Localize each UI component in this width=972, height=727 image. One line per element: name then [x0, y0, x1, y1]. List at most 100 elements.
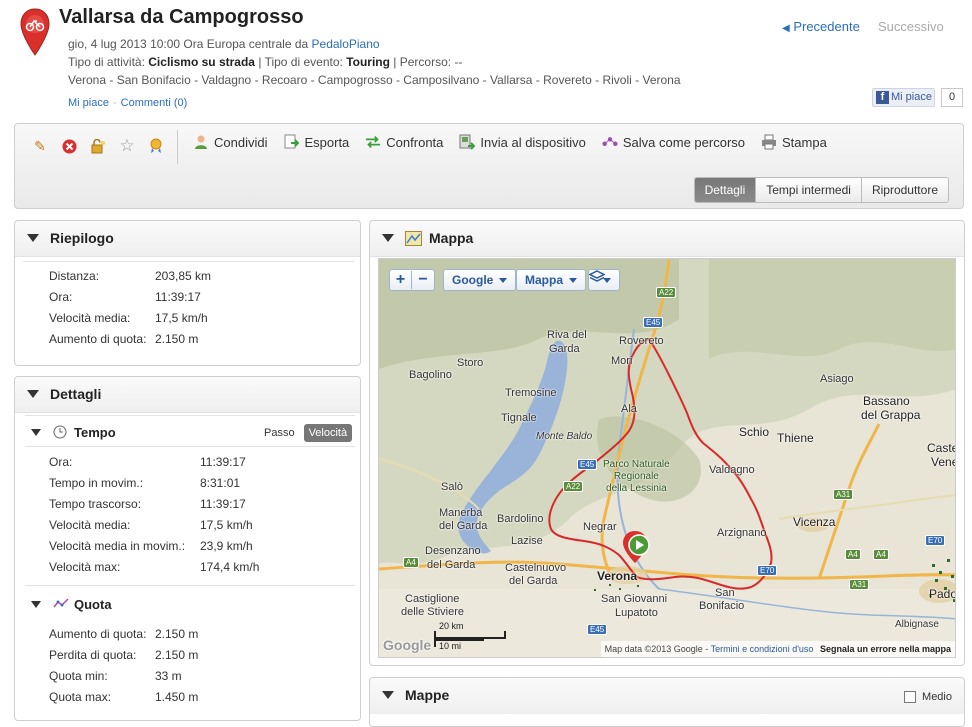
badge-icon[interactable]	[147, 137, 165, 155]
send-label: Invia al dispositivo	[480, 134, 586, 150]
map-label: Garda	[549, 343, 580, 355]
event-label: | Tipo di evento:	[258, 55, 343, 69]
road-shield: A4	[403, 557, 419, 568]
send-to-device-button[interactable]: Invia al dispositivo	[459, 134, 586, 150]
page-title: Vallarsa da Campogrosso	[59, 6, 304, 28]
zoom-out-button[interactable]: −	[412, 271, 434, 289]
compare-arrows-icon	[365, 134, 381, 150]
share-button[interactable]: Condividi	[193, 134, 267, 150]
map-label: Negrar	[583, 521, 617, 533]
share-people-icon	[193, 134, 209, 150]
map-label: Albignase	[895, 619, 939, 630]
like-link[interactable]: Mi piace	[68, 97, 109, 109]
author-link[interactable]: PedaloPiano	[312, 37, 380, 51]
details-panel: Dettagli Tempo Passo Velocità Ora: 11:39:…	[14, 376, 361, 721]
map-type-select[interactable]: Mappa	[516, 269, 587, 291]
map-label: San Giovanni	[601, 593, 668, 605]
activity-toolbar: ✎ ☆ Condividi Esporta Confronta Invia al…	[14, 123, 964, 209]
previous-label: Precedente	[793, 19, 860, 34]
map-provider-select[interactable]: Google	[443, 269, 517, 291]
export-icon	[283, 134, 300, 150]
map-label: Thiene	[777, 431, 814, 445]
details-divider	[25, 415, 355, 416]
route-map[interactable]: Rovereto Riva del Garda Storo Mori Bagol…	[378, 258, 956, 658]
medium-checkbox[interactable]	[904, 691, 917, 703]
next-link[interactable]: Successivo	[878, 19, 944, 34]
map-title: Mappa	[429, 230, 474, 246]
map-label: del Garda	[439, 520, 488, 532]
star-icon[interactable]: ☆	[118, 136, 136, 155]
summary-header[interactable]: Riepilogo	[15, 221, 360, 257]
zoom-in-button[interactable]: +	[390, 271, 412, 289]
map-label: Arzignano	[717, 527, 767, 539]
row-value: 203,85 km	[155, 269, 212, 283]
export-button[interactable]: Esporta	[283, 134, 349, 150]
lock-icon[interactable]	[89, 137, 107, 155]
route-label: | Percorso: --	[393, 55, 463, 69]
maps-header[interactable]: Mappe Medio	[370, 678, 964, 714]
row-key: Quota max:	[49, 690, 112, 704]
terms-link[interactable]: Termini e condizioni d'uso	[711, 644, 814, 654]
tab-details[interactable]: Dettagli	[694, 178, 756, 202]
activity-header: Vallarsa da Campogrosso gio, 4 lug 2013 …	[0, 0, 972, 118]
scale-mi-label: 10 mi	[439, 641, 462, 651]
row-key: Tempo in movim.:	[49, 476, 144, 490]
scale-km-label: 20 km	[439, 621, 464, 631]
row-value: 2.150 m	[155, 648, 199, 662]
collapse-triangle-icon	[27, 234, 39, 242]
details-header[interactable]: Dettagli	[15, 377, 360, 413]
fb-like-label: Mi piace	[891, 91, 932, 103]
row-value: 1.450 m	[155, 690, 199, 704]
pace-option[interactable]: Passo	[259, 424, 300, 442]
delete-icon[interactable]	[60, 137, 78, 155]
compare-button[interactable]: Confronta	[365, 134, 443, 150]
event-value: Touring	[346, 55, 390, 69]
row-key: Perdita di quota:	[49, 648, 137, 662]
route-summary: Verona - San Bonifacio - Valdagno - Reco…	[68, 73, 681, 87]
row-value: 2.150 m	[155, 332, 199, 346]
row-key: Velocità media:	[49, 311, 131, 325]
map-label: Lazise	[511, 535, 543, 547]
layers-select[interactable]	[588, 269, 620, 291]
map-label: Pado	[929, 587, 956, 601]
view-tabs: Dettagli Tempi intermedi Riproduttore	[693, 177, 949, 203]
chevron-down-icon	[569, 277, 578, 283]
elevation-section-header[interactable]: Quota	[25, 594, 355, 616]
map-label: Vene	[931, 455, 956, 469]
row-value: 2.150 m	[155, 627, 199, 641]
collapse-triangle-icon	[27, 390, 39, 398]
export-label: Esporta	[304, 134, 350, 150]
compare-label: Confronta	[386, 134, 444, 150]
collapse-triangle-icon	[382, 691, 394, 699]
toolbar-divider	[177, 130, 178, 164]
row-key: Velocità media in movim.:	[49, 539, 186, 553]
map-header[interactable]: Mappa	[370, 221, 964, 257]
activity-value: Ciclismo su strada	[148, 55, 255, 69]
speed-option[interactable]: Velocità	[303, 424, 353, 442]
map-label: Salò	[441, 481, 464, 493]
map-scale: 20 km 10 mi	[434, 621, 506, 651]
save-as-route-button[interactable]: Salva come percorso	[602, 134, 745, 150]
facebook-like-button[interactable]: f Mi piace	[872, 88, 935, 107]
tab-splits[interactable]: Tempi intermedi	[755, 178, 861, 202]
road-shield: E70	[925, 535, 946, 546]
map-label: delle Stiviere	[401, 606, 464, 618]
share-label: Condividi	[214, 134, 268, 150]
map-label: San	[715, 587, 735, 599]
row-value: 11:39:17	[200, 455, 246, 469]
tab-player[interactable]: Riproduttore	[860, 178, 948, 202]
time-title: Tempo	[74, 425, 116, 440]
row-value: 11:39:17	[200, 497, 246, 511]
maps-title: Mappe	[405, 687, 450, 703]
comments-link[interactable]: Commenti (0)	[121, 97, 188, 109]
row-value: 8:31:01	[200, 476, 241, 490]
edit-pencil-icon[interactable]: ✎	[31, 137, 49, 155]
elevation-divider	[25, 585, 355, 586]
previous-link[interactable]: ◀ Precedente	[782, 19, 860, 34]
provider-label: Google	[452, 273, 494, 287]
print-button[interactable]: Stampa	[761, 134, 827, 150]
map-attribution: Map data ©2013 Google -	[604, 644, 709, 654]
medium-label: Medio	[922, 691, 952, 703]
report-error-link[interactable]: Segnala un errore nella mappa	[820, 644, 951, 654]
activity-date: gio, 4 lug 2013 10:00 Ora Europa central…	[68, 37, 380, 51]
